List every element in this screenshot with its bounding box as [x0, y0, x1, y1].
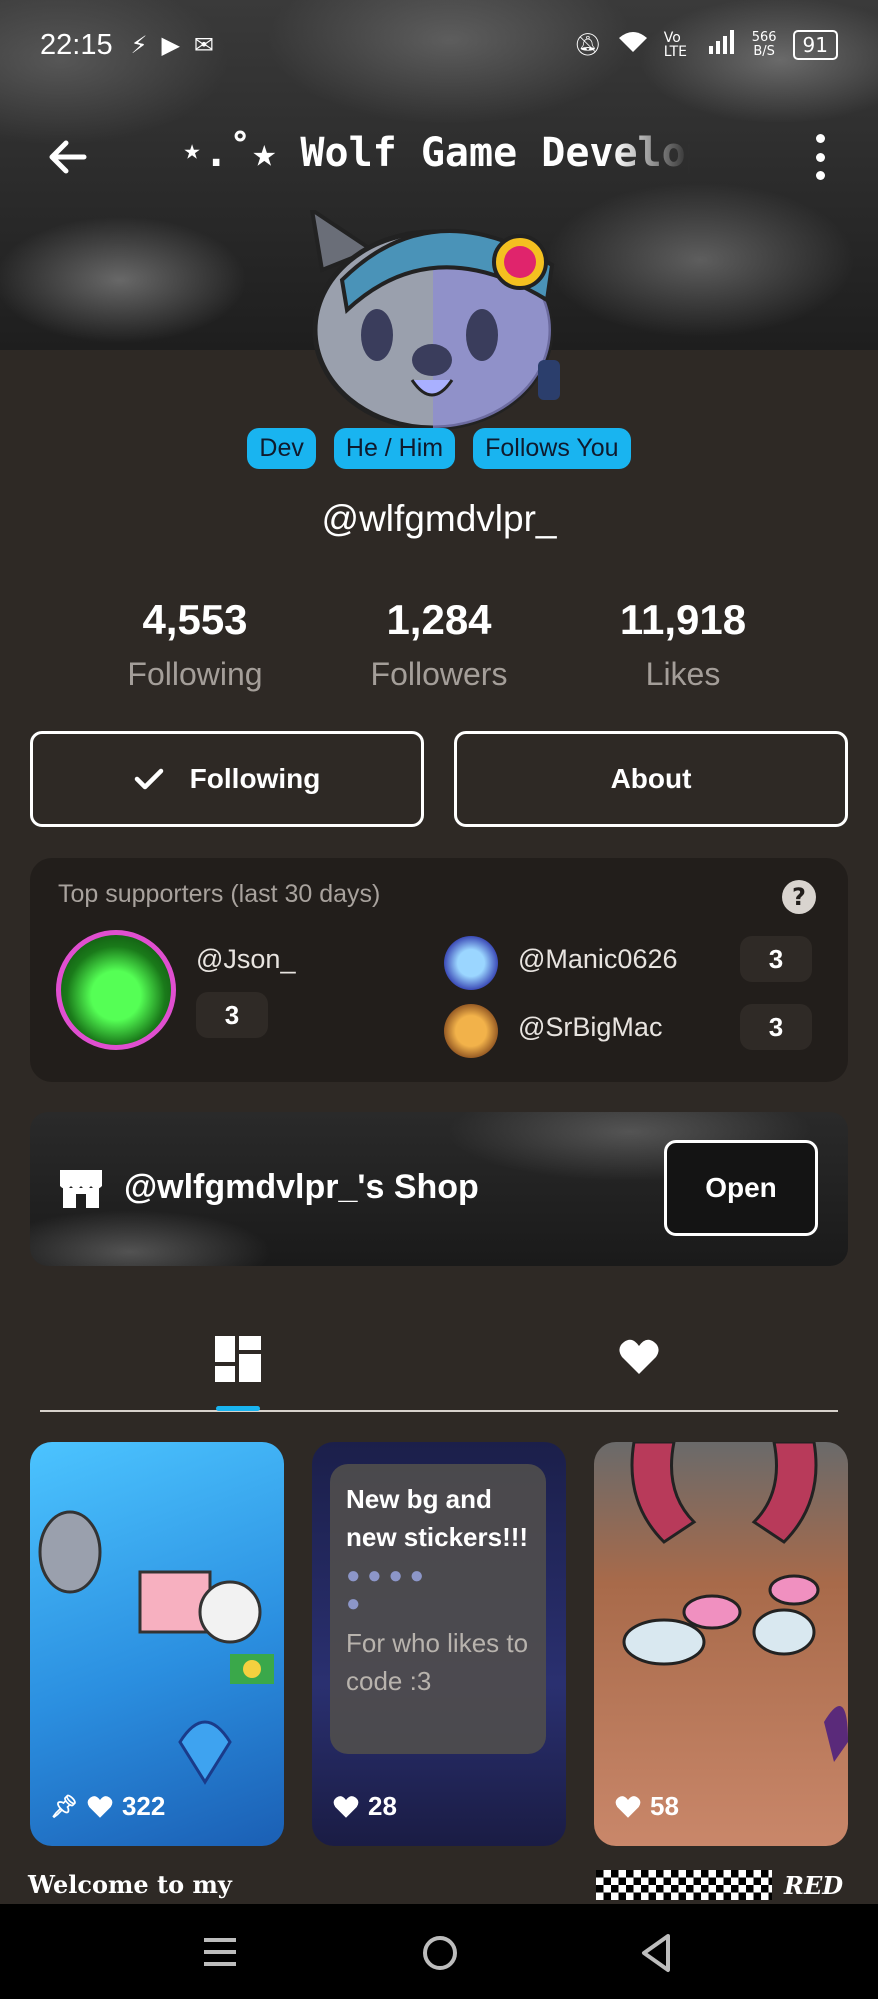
dot [815, 152, 825, 162]
status-right: 🔕︎ Vo LTE 566 B/S 91 [574, 30, 838, 60]
supporter-name[interactable]: @SrBigMac [518, 1012, 662, 1043]
heart-icon [333, 1795, 359, 1818]
stat-label: Followers [370, 656, 508, 692]
grid-icon [215, 1336, 261, 1382]
shop-title: @wlfgmdvlpr_'s Shop [124, 1168, 479, 1206]
wifi-icon [618, 30, 648, 60]
stat-label: Likes [645, 656, 721, 692]
stat-value: 11,918 [619, 596, 747, 643]
status-bar: 22:15 ⚡ ▶ ✉ 🔕︎ Vo LTE 566 B/S 91 [0, 0, 878, 90]
post-caption-right: RED [596, 1870, 843, 1900]
battery-icon: 91 [792, 30, 838, 60]
stat-value: 4,553 [142, 596, 248, 643]
mute-icon: 🔕︎ [573, 32, 602, 58]
tab-posts[interactable] [215, 1326, 285, 1396]
badge-role: Dev [247, 428, 316, 469]
dot [815, 171, 825, 180]
network-speed-unit: B/S [753, 44, 775, 59]
youtube-icon: ▶ [161, 31, 180, 59]
bolt-icon: ⚡ [130, 31, 148, 59]
help-icon[interactable]: ? [782, 880, 816, 914]
back-arrow-icon [49, 140, 87, 174]
top-supporter-count: 3 [196, 992, 268, 1038]
active-tab-indicator [216, 1406, 260, 1411]
signal-icon [708, 30, 736, 60]
notification-icons: ⚡ ▶ ✉ [131, 31, 214, 59]
profile-avatar[interactable] [302, 205, 564, 431]
heart-icon [615, 1795, 641, 1818]
top-bar: ⋆.˚★ Wolf Game Developer [0, 120, 878, 192]
back-button[interactable] [44, 132, 94, 182]
post-text-overlay: New bg and new stickers!!! ● ● ● ● ● For … [330, 1464, 546, 1754]
home-circle-icon [423, 1936, 457, 1970]
storefront-icon [60, 1170, 102, 1208]
heart-icon [619, 1339, 659, 1374]
post-caption-text: RED [784, 1870, 844, 1900]
post-card[interactable]: 58 [594, 1442, 848, 1846]
shop-open-button[interactable]: Open [664, 1140, 818, 1236]
status-time: 22:15 [40, 28, 113, 61]
more-options-button[interactable] [808, 134, 832, 180]
content-tabs [40, 1318, 838, 1412]
post-caption: Welcome to my [28, 1870, 232, 1899]
message-icon: ✉ [193, 31, 215, 59]
post-text: New bg and new stickers!!! [346, 1484, 529, 1552]
checker-pattern [596, 1870, 772, 1900]
back-triangle-icon [642, 1934, 670, 1972]
stat-value: 1,284 [386, 596, 492, 643]
about-button[interactable]: About [454, 731, 848, 827]
supporter-avatar[interactable] [444, 1004, 498, 1058]
page-title: ⋆.˚★ Wolf Game Developer [180, 130, 690, 176]
pin-icon: 📌︎ [50, 1793, 78, 1819]
back-nav-button[interactable] [632, 1930, 682, 1976]
network-speed-value: 566 [751, 30, 777, 45]
badge-follows-you: Follows You [473, 428, 631, 469]
supporter-count: 3 [740, 1004, 812, 1050]
menu-icon [204, 1938, 236, 1966]
likes-count: 322 [121, 1791, 166, 1821]
likes-count: 28 [368, 1791, 397, 1821]
following-label: Following [189, 763, 321, 794]
post-likes: 58 [614, 1791, 679, 1822]
stat-following[interactable]: 4,553 Following [75, 596, 315, 693]
top-supporter-name[interactable]: @Json_ [196, 944, 295, 975]
volte-label: Vo LTE [663, 30, 687, 60]
top-supporter-avatar[interactable] [56, 930, 176, 1050]
supporter-name[interactable]: @Manic0626 [518, 944, 678, 975]
badge-pronouns: He / Him [333, 428, 456, 469]
post-thumbnail [622, 1442, 848, 1762]
system-nav-bar [0, 1904, 878, 1999]
profile-badges: Dev He / Him Follows You [0, 428, 878, 469]
post-card[interactable]: New bg and new stickers!!! ● ● ● ● ● For … [312, 1442, 566, 1846]
supporters-title: Top supporters (last 30 days) [58, 880, 381, 908]
supporter-count: 3 [740, 936, 812, 982]
stat-likes[interactable]: 11,918 Likes [563, 596, 803, 693]
username: @wlfgmdvlpr_ [321, 498, 557, 539]
stat-followers[interactable]: 1,284 Followers [319, 596, 559, 693]
following-button[interactable]: Following [30, 731, 424, 827]
dot [815, 134, 825, 143]
top-supporters-panel: Top supporters (last 30 days) ? @Json_ 3… [30, 858, 848, 1082]
stat-label: Following [127, 656, 263, 692]
post-thumbnail [38, 1510, 274, 1785]
shop-banner[interactable]: @wlfgmdvlpr_'s Shop Open [30, 1112, 848, 1266]
post-card[interactable]: 📌︎ 322 [30, 1442, 284, 1846]
post-stickers: ● ● ● ● ● [346, 1562, 424, 1617]
heart-icon [87, 1795, 113, 1818]
post-likes: 28 [332, 1791, 397, 1822]
likes-count: 58 [650, 1791, 679, 1821]
supporter-avatar[interactable] [444, 936, 498, 990]
post-likes: 📌︎ 322 [50, 1791, 165, 1822]
tab-likes[interactable] [618, 1326, 688, 1396]
about-label: About [610, 763, 692, 794]
home-button[interactable] [415, 1930, 465, 1976]
network-speed: 566 B/S [752, 31, 777, 59]
recent-apps-button[interactable] [196, 1930, 246, 1976]
check-icon [134, 768, 163, 790]
post-subtext: For who likes to code :3 [346, 1628, 529, 1696]
